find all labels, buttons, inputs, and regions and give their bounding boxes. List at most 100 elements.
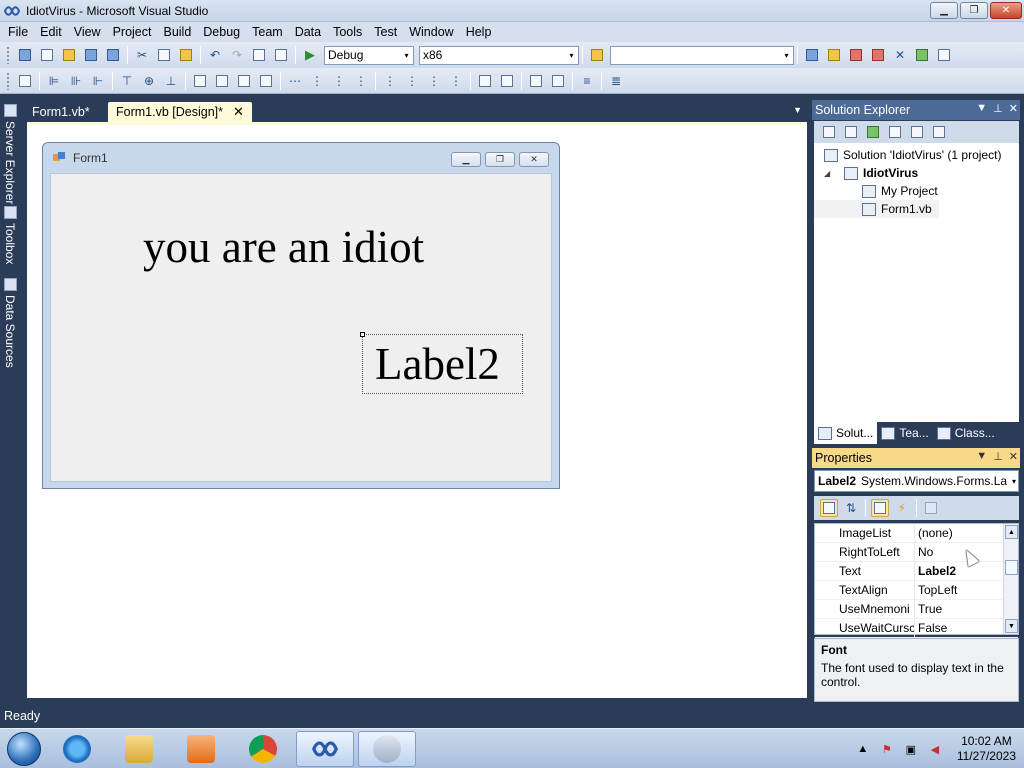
menu-view[interactable]: View: [68, 22, 107, 42]
categorized-icon[interactable]: [820, 499, 838, 517]
tab-form1-design[interactable]: Form1.vb [Design]* ✕: [108, 102, 252, 122]
object-selector[interactable]: Label2 System.Windows.Forms.La ▾: [814, 470, 1019, 492]
center-vertically-icon[interactable]: [498, 72, 516, 90]
show-all-files-icon[interactable]: [842, 123, 860, 141]
menu-edit[interactable]: Edit: [34, 22, 68, 42]
horizontal-spacing-increase-icon[interactable]: ⋮: [308, 72, 326, 90]
redo-icon[interactable]: ↷: [228, 46, 246, 64]
scroll-up-icon[interactable]: ▲: [1005, 525, 1018, 539]
show-hidden-icons-icon[interactable]: ▲: [855, 741, 871, 757]
tree-item-form1[interactable]: Form1.vb: [814, 200, 939, 218]
clock[interactable]: 10:02 AM 11/27/2023: [957, 734, 1016, 764]
navigate-forward-icon[interactable]: [272, 46, 290, 64]
tree-item-my-project[interactable]: My Project: [814, 182, 1019, 200]
view-class-diagram-icon[interactable]: [930, 123, 948, 141]
property-row[interactable]: UseMnemoni True: [815, 599, 1018, 619]
send-to-back-icon[interactable]: [549, 72, 567, 90]
menu-project[interactable]: Project: [107, 22, 158, 42]
align-to-grid-icon[interactable]: [16, 72, 34, 90]
size-to-grid-icon[interactable]: [257, 72, 275, 90]
property-row[interactable]: TextAlign TopLeft: [815, 580, 1018, 600]
network-icon[interactable]: ▣: [903, 741, 919, 757]
scroll-down-icon[interactable]: ▼: [1005, 619, 1018, 633]
start-debugging-icon[interactable]: ▶: [301, 46, 319, 64]
taskbar-file-explorer[interactable]: [110, 731, 168, 767]
property-value[interactable]: False: [915, 621, 947, 635]
solution-configuration-select[interactable]: Debug ▾: [324, 45, 414, 65]
vertical-spacing-decrease-icon[interactable]: ⋮: [425, 72, 443, 90]
object-browser-icon[interactable]: [847, 46, 865, 64]
close-tab-icon[interactable]: ✕: [233, 104, 244, 120]
tab-form1-code[interactable]: Form1.vb*: [24, 102, 98, 122]
solution-explorer-icon[interactable]: [803, 46, 821, 64]
bring-to-front-icon[interactable]: [527, 72, 545, 90]
property-row[interactable]: RightToLeft No: [815, 542, 1018, 562]
tree-item-project[interactable]: ◢ IdiotVirus: [814, 164, 1019, 182]
menu-window[interactable]: Window: [403, 22, 459, 42]
make-same-height-icon[interactable]: [213, 72, 231, 90]
toolbox-tab[interactable]: Toolbox: [2, 206, 18, 264]
close-panel-icon[interactable]: ✕: [1009, 450, 1018, 463]
form-client-area[interactable]: you are an idiot Label2: [50, 173, 552, 482]
tab-team-explorer[interactable]: Tea...: [877, 422, 932, 444]
view-designer-icon[interactable]: [908, 123, 926, 141]
close-button[interactable]: ✕: [990, 2, 1022, 19]
start-page-icon[interactable]: [913, 46, 931, 64]
alphabetical-icon[interactable]: ⇅: [842, 499, 860, 517]
align-lefts-icon[interactable]: ⊫: [45, 72, 63, 90]
options-dropdown-icon[interactable]: [935, 46, 953, 64]
save-all-icon[interactable]: [104, 46, 122, 64]
horizontal-spacing-remove-icon[interactable]: ⋮: [352, 72, 370, 90]
window-position-icon[interactable]: ▼: [976, 102, 987, 115]
refresh-icon[interactable]: [864, 123, 882, 141]
active-files-dropdown-icon[interactable]: ▼: [793, 105, 802, 115]
label2-selected[interactable]: Label2: [360, 332, 523, 394]
vertical-spacing-increase-icon[interactable]: ⋮: [403, 72, 421, 90]
events-icon[interactable]: ⚡: [893, 499, 911, 517]
make-same-size-icon[interactable]: [235, 72, 253, 90]
property-value[interactable]: No: [915, 545, 933, 559]
tab-order-icon[interactable]: ≡: [578, 72, 596, 90]
menu-tools[interactable]: Tools: [327, 22, 368, 42]
scroll-thumb[interactable]: [1005, 560, 1018, 575]
save-icon[interactable]: [82, 46, 100, 64]
menu-team[interactable]: Team: [246, 22, 289, 42]
property-row[interactable]: Text Label2: [815, 561, 1018, 581]
taskbar-chrome[interactable]: [234, 731, 292, 767]
toolbar-grip[interactable]: [6, 71, 10, 90]
property-row[interactable]: ImageList (none): [815, 523, 1018, 543]
paste-icon[interactable]: [177, 46, 195, 64]
volume-icon[interactable]: ◀: [927, 741, 943, 757]
menu-file[interactable]: File: [2, 22, 34, 42]
resize-handle[interactable]: [360, 332, 365, 337]
property-value[interactable]: TopLeft: [915, 583, 957, 597]
menu-help[interactable]: Help: [460, 22, 498, 42]
property-value[interactable]: (none): [915, 526, 953, 540]
window-position-icon[interactable]: ▼: [976, 450, 987, 463]
view-code-icon[interactable]: [886, 123, 904, 141]
action-center-icon[interactable]: ⚑: [879, 741, 895, 757]
property-value[interactable]: Label2: [915, 564, 956, 578]
toolbox-icon[interactable]: [869, 46, 887, 64]
start-button[interactable]: [4, 729, 44, 768]
taskbar-media-player[interactable]: [172, 731, 230, 767]
undo-icon[interactable]: ↶: [206, 46, 224, 64]
menu-debug[interactable]: Debug: [197, 22, 246, 42]
label1[interactable]: you are an idiot: [143, 221, 424, 273]
toolbar-options-icon[interactable]: ≣: [607, 72, 625, 90]
align-centers-icon[interactable]: ⊪: [67, 72, 85, 90]
cut-icon[interactable]: ✂: [133, 46, 151, 64]
new-project-icon[interactable]: [16, 46, 34, 64]
toolbar-grip[interactable]: [6, 46, 10, 64]
properties-window-icon[interactable]: [825, 46, 843, 64]
align-middles-icon[interactable]: ⊕: [140, 72, 158, 90]
property-row[interactable]: UseWaitCursc False: [815, 618, 1018, 638]
menu-build[interactable]: Build: [157, 22, 197, 42]
tab-solution-explorer[interactable]: Solut...: [814, 422, 878, 444]
property-grid-scrollbar[interactable]: ▲ ▼: [1003, 524, 1018, 634]
menu-test[interactable]: Test: [368, 22, 403, 42]
auto-hide-pin-icon[interactable]: ⊥: [993, 102, 1003, 115]
tab-class-view[interactable]: Class...: [933, 422, 999, 444]
properties-icon[interactable]: [820, 123, 838, 141]
properties-view-icon[interactable]: [871, 499, 889, 517]
